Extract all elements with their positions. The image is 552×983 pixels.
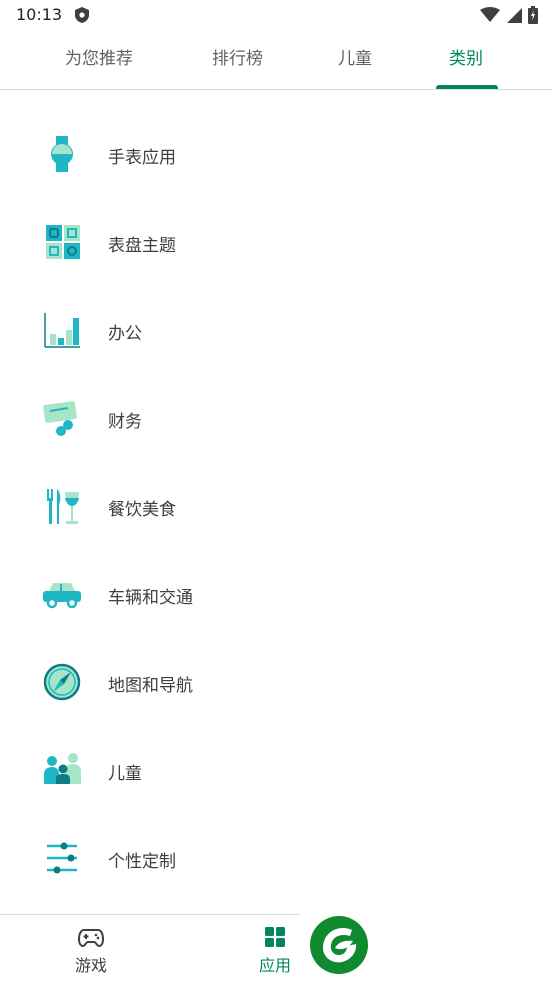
- nav-label-games: 游戏: [74, 956, 107, 975]
- watch-faces-icon: [46, 225, 80, 259]
- category-label: 手表应用: [108, 148, 176, 168]
- category-item-auto-vehicles[interactable]: 车辆和交通: [0, 550, 552, 638]
- active-tab-indicator: [436, 85, 498, 89]
- tab-kids[interactable]: 儿童: [338, 44, 372, 69]
- category-label: 办公: [108, 324, 142, 344]
- category-label: 地图和导航: [108, 676, 193, 696]
- category-label: 财务: [108, 412, 142, 432]
- shield-icon: [75, 7, 89, 23]
- productivity-chart-icon: [44, 313, 80, 348]
- nav-item-apps[interactable]: 应用: [235, 926, 315, 976]
- category-item-watch-faces[interactable]: 表盘主题: [0, 198, 552, 286]
- category-item-personalization[interactable]: 个性定制: [0, 814, 552, 902]
- food-drink-icon: [47, 489, 79, 524]
- gamepad-icon: [78, 929, 104, 948]
- watch-icon: [51, 136, 73, 172]
- category-label: 餐饮美食: [108, 500, 176, 520]
- family-icon: [44, 753, 81, 784]
- category-item-finance[interactable]: 财务: [0, 374, 552, 462]
- category-label: 表盘主题: [108, 236, 176, 256]
- status-bar: 10:13: [0, 0, 552, 30]
- cell-signal-icon: [507, 8, 522, 23]
- category-label: 儿童: [108, 764, 142, 784]
- bottom-nav-divider: [0, 914, 300, 915]
- category-item-productivity[interactable]: 办公: [0, 286, 552, 374]
- battery-icon: [528, 6, 538, 24]
- tab-top-charts[interactable]: 排行榜: [212, 44, 263, 69]
- category-item-kids[interactable]: 儿童: [0, 726, 552, 814]
- category-item-food-drink[interactable]: 餐饮美食: [0, 462, 552, 550]
- status-icons: [480, 6, 538, 24]
- category-label: 个性定制: [108, 852, 176, 872]
- status-time: 10:13: [16, 5, 63, 24]
- sliders-icon: [47, 842, 77, 874]
- brand-leaf-logo-icon: [310, 916, 368, 974]
- car-icon: [43, 583, 81, 609]
- bottom-navigation: 游戏 应用: [0, 914, 552, 983]
- nav-item-games[interactable]: 游戏: [51, 926, 131, 976]
- nav-label-apps: 应用: [258, 956, 291, 975]
- category-label: 车辆和交通: [108, 588, 193, 608]
- wifi-icon: [480, 7, 500, 22]
- apps-grid-icon: [265, 927, 285, 947]
- tab-recommended[interactable]: 为您推荐: [65, 44, 133, 69]
- compass-icon: [43, 663, 81, 701]
- category-item-watch-apps[interactable]: 手表应用: [0, 110, 552, 198]
- finance-card-icon: [43, 401, 77, 436]
- top-tabs: 为您推荐 排行榜 儿童 类别: [0, 32, 552, 90]
- category-item-maps-navigation[interactable]: 地图和导航: [0, 638, 552, 726]
- tab-categories[interactable]: 类别: [449, 44, 483, 69]
